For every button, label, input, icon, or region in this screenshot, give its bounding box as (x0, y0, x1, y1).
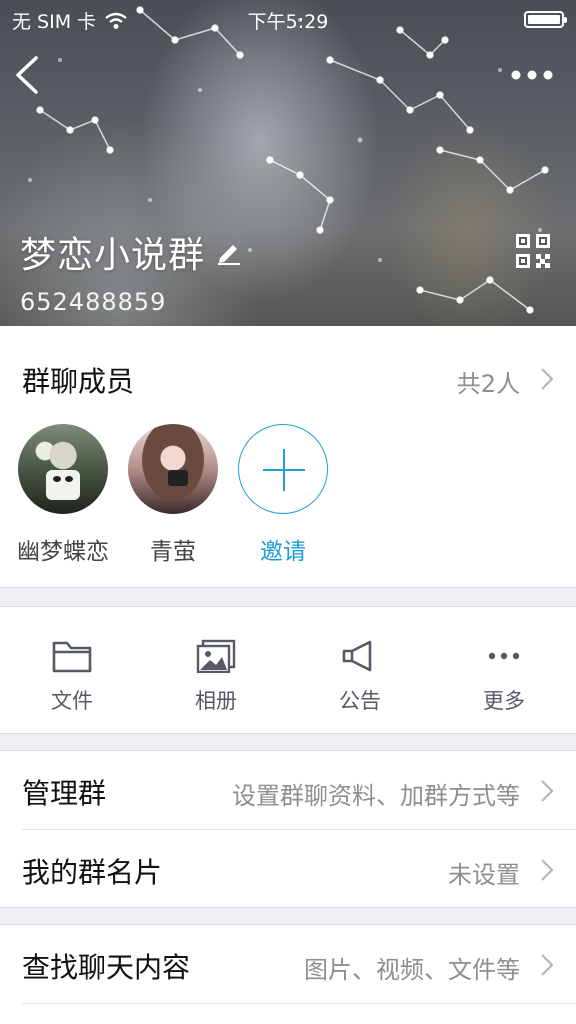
chevron-right-icon (541, 780, 554, 802)
group-settings: 管理群 设置群聊资料、加群方式等 我的群名片 未设置 (0, 750, 576, 908)
group-name-row[interactable]: 梦恋小说群 (20, 226, 243, 278)
chevron-right-icon (541, 859, 554, 881)
search-chat-value: 图片、视频、文件等 (304, 956, 520, 984)
tool-label: 公告 (339, 689, 381, 713)
group-card-title: 我的群名片 (22, 856, 163, 889)
member-item[interactable]: 幽梦蝶恋 (17, 424, 109, 566)
divider (22, 1003, 576, 1004)
battery-icon (524, 11, 567, 28)
group-card-value: 未设置 (448, 861, 520, 889)
tool-label: 相册 (195, 689, 237, 713)
avatar[interactable] (128, 424, 218, 514)
group-card-row[interactable]: 我的群名片 未设置 (0, 830, 576, 908)
group-id: 652488859 (20, 288, 167, 316)
pencil-icon[interactable] (215, 238, 243, 266)
member-name: 青萤 (150, 539, 196, 565)
clock: 下午5:29 (247, 11, 329, 33)
tool-album[interactable]: 相册 (144, 607, 288, 733)
tool-label: 更多 (483, 689, 525, 713)
search-chat-row[interactable]: 查找聊天内容 图片、视频、文件等 (0, 925, 576, 1003)
members-title: 群聊成员 (22, 365, 135, 398)
folder-icon (52, 641, 92, 673)
manage-group-title: 管理群 (22, 777, 107, 810)
chevron-right-icon[interactable] (540, 367, 554, 391)
tool-announcement[interactable]: 公告 (288, 607, 432, 733)
invite-member[interactable]: 邀请 (238, 424, 328, 566)
group-cover: 无 SIM 卡 下午5:29 梦恋小说群 652488859 (0, 0, 576, 326)
qr-code-icon[interactable] (516, 234, 550, 268)
tool-label: 文件 (51, 689, 93, 713)
group-tools: 文件 相册 公告 更多 (0, 606, 576, 734)
more-dots-icon[interactable] (510, 64, 554, 86)
tool-more[interactable]: 更多 (432, 607, 576, 733)
invite-label: 邀请 (260, 539, 306, 565)
members-section: 群聊成员 共2人 幽梦蝶恋 青萤 邀请 (0, 326, 576, 588)
album-icon (196, 639, 236, 673)
add-member-icon[interactable] (238, 424, 328, 514)
search-chat-section: 查找聊天内容 图片、视频、文件等 (0, 924, 576, 1024)
avatar[interactable] (18, 424, 108, 514)
tool-files[interactable]: 文件 (0, 607, 144, 733)
member-name: 幽梦蝶恋 (17, 539, 109, 565)
status-bar: 无 SIM 卡 下午5:29 (0, 0, 576, 40)
group-name: 梦恋小说群 (20, 235, 206, 276)
manage-group-value: 设置群聊资料、加群方式等 (232, 782, 520, 810)
search-chat-title: 查找聊天内容 (22, 951, 191, 984)
member-item[interactable]: 青萤 (128, 424, 218, 566)
member-count[interactable]: 共2人 (457, 364, 520, 399)
more-dots-icon (488, 652, 520, 660)
manage-group-row[interactable]: 管理群 设置群聊资料、加群方式等 (0, 751, 576, 829)
chevron-right-icon (541, 954, 554, 976)
megaphone-icon (342, 640, 372, 672)
back-chevron-icon[interactable] (10, 52, 50, 98)
